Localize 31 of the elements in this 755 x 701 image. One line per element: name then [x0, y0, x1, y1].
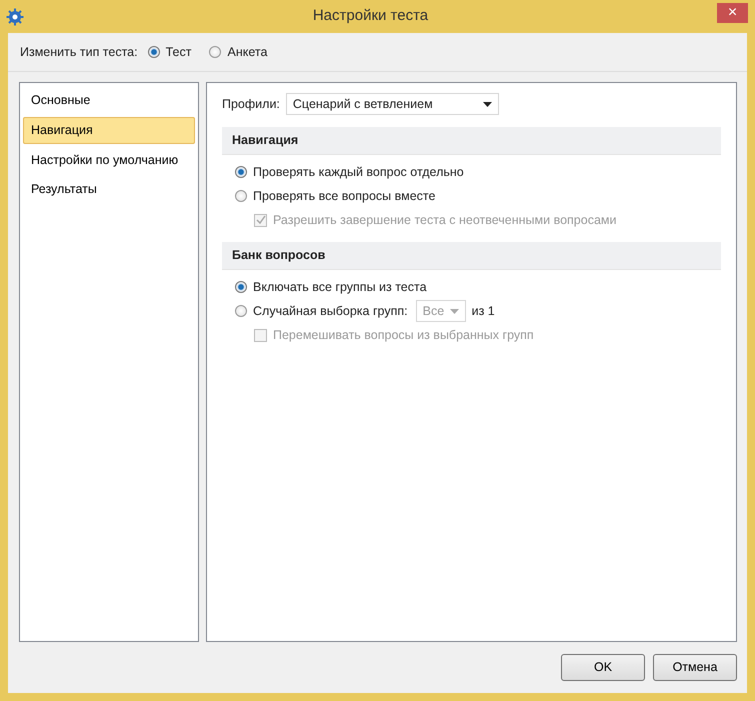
radio-label: Проверять все вопросы вместе [253, 188, 436, 205]
suffix-label: из 1 [472, 302, 495, 320]
radio-label: Случайная выборка групп: [253, 302, 408, 320]
window-title: Настройки теста [312, 6, 430, 26]
caret-icon [482, 102, 492, 106]
radio-button[interactable] [148, 46, 160, 58]
checkbox-label: Перемешивать вопросы из выбранных групп [273, 326, 534, 344]
radio-label: Тест [166, 44, 192, 61]
field-label: Профили: [222, 96, 280, 113]
radio-label: Анкета [227, 44, 268, 61]
checkbox-label: Разрешить завершение теста с неотвеченными вопросами [273, 212, 616, 229]
radio-label: Включать все группы из теста [253, 278, 427, 296]
radio-button[interactable] [209, 46, 222, 58]
profile-dropdown[interactable]: Сценарий с ветвлением [286, 93, 499, 115]
sidebar-item[interactable]: Настройки по умолчанию [23, 146, 195, 174]
gear-icon[interactable] [6, 8, 24, 26]
sidebar-item[interactable]: Навигация [23, 116, 195, 144]
section-header: Навигация [222, 127, 721, 155]
dialog-button[interactable]: Отмена [653, 654, 737, 681]
radio-label: Проверять каждый вопрос отдельно [253, 164, 464, 181]
radio-button[interactable] [235, 281, 247, 293]
radio-button[interactable] [235, 166, 247, 178]
section-header: Банк вопросов [222, 242, 721, 270]
dialog-button[interactable]: OK [561, 654, 645, 681]
caret-icon [450, 308, 459, 314]
sidebar-item[interactable]: Основные [23, 87, 195, 114]
radio-button[interactable] [235, 305, 247, 317]
sidebar-item[interactable]: Результаты [23, 176, 195, 203]
close-button[interactable]: × [717, 3, 748, 23]
field-label: Изменить тип теста: [20, 44, 138, 61]
radio-button[interactable] [235, 190, 247, 202]
